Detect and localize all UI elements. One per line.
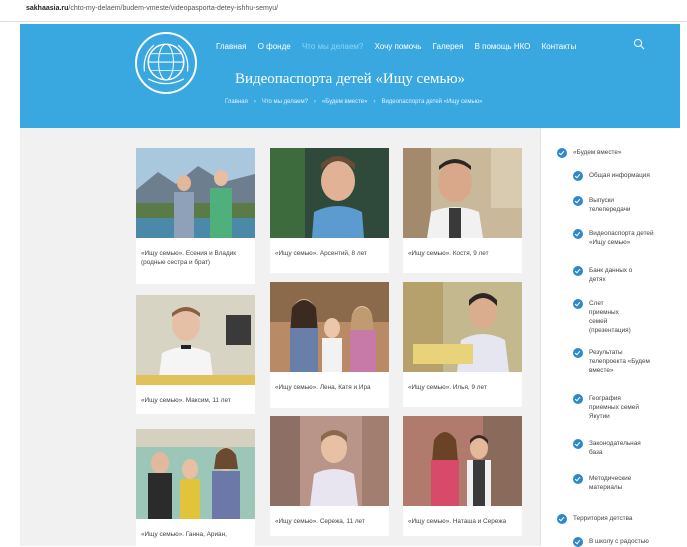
sidebar-item-label: В школу с радостью: [589, 538, 649, 545]
child-caption[interactable]: «Ищу семью». Илья, 9 лет: [408, 383, 520, 392]
sidebar-item-label: География приемных семей Якутии: [589, 395, 639, 420]
check-circle-icon: [573, 348, 583, 358]
sidebar-item-legislation[interactable]: Законодательная база: [573, 439, 653, 457]
child-card[interactable]: «Ищу семью». Есения и Владик (родные сес…: [136, 148, 255, 284]
child-photo[interactable]: [403, 282, 522, 372]
child-card[interactable]: «Ищу семью». Сережа, 11 лет: [270, 416, 389, 536]
nav-want-to-help[interactable]: Хочу помочь: [375, 42, 422, 51]
sidebar-item-label: Видеопаспорта детей «Ищу семью»: [589, 230, 654, 246]
sidebar-item-label: Законодательная база: [589, 440, 641, 456]
check-circle-icon: [573, 394, 583, 404]
video-passports-grid: «Ищу семью». Есения и Владик (родные сес…: [20, 128, 540, 546]
child-caption[interactable]: «Ищу семью». Костя, 9 лет: [408, 249, 520, 258]
check-circle-icon: [573, 299, 583, 309]
child-card[interactable]: «Ищу семью». Ганна, Ариан,: [136, 429, 255, 546]
child-card[interactable]: «Ищу семью». Костя, 9 лет: [403, 148, 522, 273]
sidebar-item-label: Территория детства: [573, 515, 633, 522]
sidebar-item-label: Методические материалы: [589, 475, 632, 491]
check-circle-icon: [573, 266, 583, 276]
breadcrumb-together[interactable]: «Будем вместе»: [322, 99, 368, 105]
child-caption[interactable]: «Ищу семью». Лена, Катя и Ира: [275, 383, 387, 392]
sidebar-item-label: Банк данных о детях: [589, 267, 633, 283]
child-caption[interactable]: «Ищу семью». Сережа, 11 лет: [275, 517, 387, 526]
child-caption[interactable]: «Ищу семью». Ганна, Ариан,: [141, 530, 253, 539]
child-caption[interactable]: «Ищу семью». Максим, 11 лет: [141, 396, 253, 405]
breadcrumb-what-we-do[interactable]: Что мы делаем?: [262, 99, 308, 105]
child-card[interactable]: «Ищу семью». Наташа и Сережа: [403, 416, 522, 536]
nav-gallery[interactable]: Галерея: [433, 42, 464, 51]
site-header: Главная О фонде Что мы делаем? Хочу помо…: [20, 24, 680, 128]
child-photo[interactable]: [403, 416, 522, 506]
child-photo[interactable]: [270, 416, 389, 506]
sidebar-item-project-results[interactable]: Результаты телепроекта «Будем вместе»: [573, 348, 655, 375]
child-photo[interactable]: [136, 148, 255, 238]
sidebar-item-label: Общая информация: [589, 172, 650, 179]
check-circle-icon: [573, 196, 583, 206]
sidebar-item-methodical[interactable]: Методические материалы: [573, 474, 649, 492]
sidebar-item-general-info[interactable]: Общая информация: [573, 171, 679, 181]
check-circle-icon: [573, 474, 583, 484]
sidebar-item-foster-meeting[interactable]: Слет приемных семей (презентация): [573, 299, 635, 335]
sidebar-item-label: «Будем вместе»: [573, 149, 622, 156]
child-card[interactable]: «Ищу семью». Илья, 9 лет: [403, 282, 522, 407]
sidebar-item-tv-episodes[interactable]: Выпуски телепередачи: [573, 196, 649, 214]
check-circle-icon: [557, 148, 567, 158]
main-nav: Главная О фонде Что мы делаем? Хочу помо…: [216, 42, 585, 51]
breadcrumb: Главная › Что мы делаем? › «Будем вместе» › Ви…: [225, 99, 483, 105]
sidebar-item-together[interactable]: «Будем вместе»: [557, 148, 683, 158]
check-circle-icon: [573, 171, 583, 181]
check-circle-icon: [557, 514, 567, 524]
nav-nko-help[interactable]: В помощь НКО: [475, 42, 531, 51]
url-domain: sakhaasia.ru: [26, 5, 69, 12]
page-title: Видеопаспорта детей «Ищу семью»: [234, 71, 466, 87]
search-icon[interactable]: [633, 38, 645, 50]
sidebar-item-label: Результаты телепроекта «Будем вместе»: [589, 349, 650, 374]
url-text[interactable]: sakhaasia.ru/chto-my-delaem/budem-vmeste…: [26, 5, 278, 12]
check-circle-icon: [573, 439, 583, 449]
child-photo[interactable]: [136, 429, 255, 519]
child-caption[interactable]: «Ищу семью». Арсентий, 8 лет: [275, 249, 387, 258]
sidebar-item-label: Слет приемных семей (презентация): [589, 300, 631, 334]
child-caption[interactable]: «Ищу семью». Есения и Владик (родные сес…: [141, 249, 253, 267]
sidebar-item-video-passports[interactable]: Видеопаспорта детей «Ищу семью»: [573, 229, 661, 247]
nav-what-we-do[interactable]: Что мы делаем?: [302, 42, 363, 51]
sidebar-menu: «Будем вместе» Общая информация Выпуски …: [540, 128, 687, 547]
sidebar-item-childhood-territory[interactable]: Территория детства: [557, 514, 683, 524]
breadcrumb-current: Видеопаспорта детей «Ищу семью»: [381, 99, 483, 105]
check-circle-icon: [573, 229, 583, 239]
nav-home[interactable]: Главная: [216, 42, 246, 51]
breadcrumb-home[interactable]: Главная: [225, 99, 248, 105]
nav-contacts[interactable]: Контакты: [542, 42, 577, 51]
url-path: /chto-my-delaem/budem-vmeste/videopaspor…: [68, 5, 279, 12]
child-photo[interactable]: [270, 282, 389, 372]
child-photo[interactable]: [270, 148, 389, 238]
child-photo[interactable]: [136, 295, 255, 385]
child-photo[interactable]: [403, 148, 522, 238]
sidebar-item-label: Выпуски телепередачи: [589, 197, 631, 213]
child-caption[interactable]: «Ищу семью». Наташа и Сережа: [408, 517, 520, 526]
child-card[interactable]: «Ищу семью». Арсентий, 8 лет: [270, 148, 389, 273]
browser-address-bar[interactable]: sakhaasia.ru/chto-my-delaem/budem-vmeste…: [0, 0, 687, 22]
nav-about[interactable]: О фонде: [258, 42, 291, 51]
sidebar-item-data-bank[interactable]: Банк данных о детях: [573, 266, 641, 284]
sidebar-item-geography[interactable]: География приемных семей Якутии: [573, 394, 639, 421]
child-card[interactable]: «Ищу семью». Максим, 11 лет: [136, 295, 255, 414]
child-card[interactable]: «Ищу семью». Лена, Катя и Ира: [270, 282, 389, 408]
